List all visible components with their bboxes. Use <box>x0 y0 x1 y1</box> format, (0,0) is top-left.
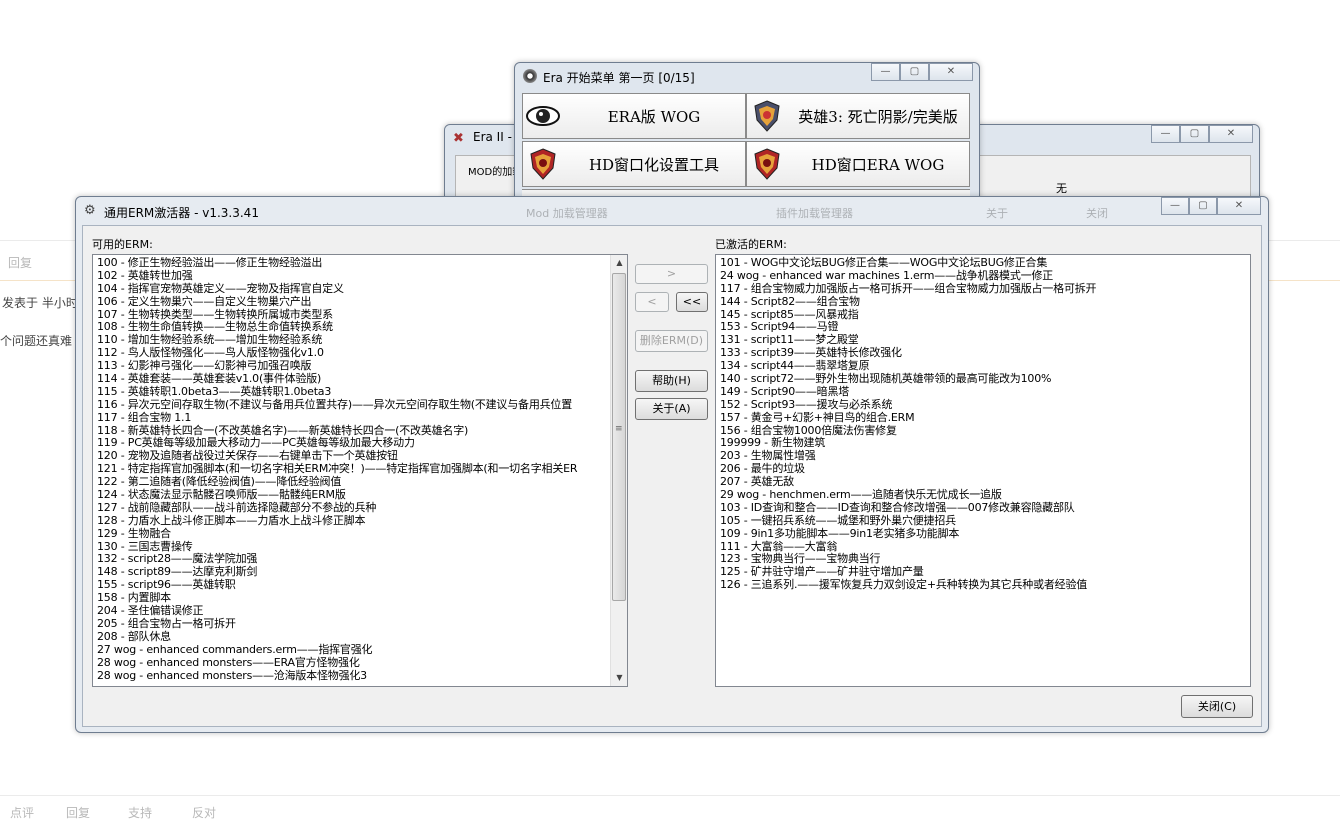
active-erm-item[interactable]: 152 - Script93——援攻与必杀系统 <box>716 398 1250 412</box>
available-erm-item[interactable]: 114 - 英雄套装——英雄套装v1.0(事件体验版) <box>93 372 611 386</box>
reply-footer-link[interactable]: 回复 <box>66 804 90 821</box>
window-title: Era II - <box>473 130 512 144</box>
add-button[interactable]: > <box>635 264 708 284</box>
ghost-label: 关于 <box>986 207 1008 220</box>
post-text: 个问题还真难 <box>0 334 73 348</box>
close-button[interactable]: ✕ <box>929 63 973 81</box>
scrollbar[interactable]: ▲ ≡ ▼ <box>610 255 627 686</box>
available-erm-item[interactable]: 106 - 定义生物巢穴——自定义生物巢穴产出 <box>93 295 611 309</box>
available-erm-item[interactable]: 128 - 力盾水上战斗修正脚本——力盾水上战斗修正脚本 <box>93 514 611 528</box>
maximize-button[interactable]: ▢ <box>1189 197 1217 215</box>
gear-icon: ⚙ <box>84 203 96 218</box>
era-wog-button[interactable]: ERA版 WOG <box>522 93 746 139</box>
available-erm-item[interactable]: 117 - 组合宝物 1.1 <box>93 411 611 425</box>
scroll-thumb[interactable]: ≡ <box>612 273 626 601</box>
available-erm-item[interactable]: 102 - 英雄转世加强 <box>93 269 611 283</box>
active-erm-item[interactable]: 206 - 最牛的垃圾 <box>716 462 1250 476</box>
ghost-label: Mod 加载管理器 <box>526 207 608 220</box>
active-erm-item[interactable]: 126 - 三追系列.——援军恢复兵力双剑设定+兵种转换为其它兵种或者经验值 <box>716 578 1250 592</box>
eye-icon <box>523 69 537 83</box>
active-erm-item[interactable]: 29 wog - henchmen.erm——追随者快乐无忧成长一追版 <box>716 488 1250 502</box>
close-dialog-button[interactable]: 关闭(C) <box>1181 695 1253 718</box>
active-erm-item[interactable]: 101 - WOG中文论坛BUG修正合集——WOG中文论坛BUG修正合集 <box>716 256 1250 270</box>
mod-value: 无 <box>1056 182 1067 195</box>
ghost-label: 关闭 <box>1086 207 1108 220</box>
shield-icon <box>747 96 787 136</box>
active-erm-item[interactable]: 24 wog - enhanced war machines 1.erm——战争… <box>716 269 1250 283</box>
support-link[interactable]: 支持 <box>128 804 152 821</box>
hd-window-era-wog-button[interactable]: HD窗口ERA WOG <box>746 141 970 187</box>
help-button[interactable]: 帮助(H) <box>635 370 708 392</box>
button-label: ERA版 WOG <box>607 107 701 126</box>
minimize-button[interactable]: — <box>1161 197 1189 215</box>
available-erm-item[interactable]: 204 - 圣住偏错误修正 <box>93 604 611 618</box>
active-erm-item[interactable]: 149 - Script90——暗黑塔 <box>716 385 1250 399</box>
posted-time: 发表于 半小时 <box>2 296 78 310</box>
active-erm-item[interactable]: 144 - Script82——组合宝物 <box>716 295 1250 309</box>
ghost-label: 插件加载管理器 <box>776 207 853 220</box>
reply-link[interactable]: 回复 <box>8 254 32 271</box>
active-erm-item[interactable]: 157 - 黄金弓+幻影+神目鸟的组合.ERM <box>716 411 1250 425</box>
button-label: HD窗口ERA WOG <box>811 155 945 174</box>
active-erm-item[interactable]: 109 - 9in1多功能脚本——9in1老实猪多功能脚本 <box>716 527 1250 541</box>
maximize-button[interactable]: ▢ <box>900 63 929 81</box>
erm-activator-window: ⚙ 通用ERM激活器 - v1.3.3.41 Mod 加载管理器 插件加载管理器… <box>75 196 1269 733</box>
eye-icon <box>523 96 563 136</box>
minimize-button[interactable]: — <box>1151 125 1180 143</box>
erm-client-area: 可用的ERM: 已激活的ERM: 100 - 修正生物经验溢出——修正生物经验溢… <box>82 225 1262 727</box>
available-erm-item[interactable]: 116 - 异次元空间存取生物(不建议与备用兵位置共存)——异次元空间存取生物(… <box>93 398 611 412</box>
maximize-button[interactable]: ▢ <box>1180 125 1209 143</box>
crossed-swords-icon: ✖ <box>453 131 464 146</box>
available-erm-item[interactable]: 28 wog - enhanced monsters——ERA官方怪物强化 <box>93 656 611 670</box>
scroll-up-icon[interactable]: ▲ <box>611 255 627 271</box>
hd-window-setup-button[interactable]: HD窗口化设置工具 <box>522 141 746 187</box>
button-label: HD窗口化设置工具 <box>588 155 720 174</box>
window-title: Era 开始菜单 第一页 [0/15] <box>543 71 695 85</box>
heroes3-button[interactable]: 英雄3: 死亡阴影/完美版 <box>746 93 970 139</box>
rate-link[interactable]: 点评 <box>10 804 34 821</box>
active-erm-list[interactable]: 101 - WOG中文论坛BUG修正合集——WOG中文论坛BUG修正合集 24 w… <box>715 254 1251 687</box>
shield-icon <box>747 144 787 184</box>
close-button[interactable]: ✕ <box>1209 125 1253 143</box>
available-erm-item[interactable]: 115 - 英雄转职1.0beta3——英雄转职1.0beta3 <box>93 385 611 399</box>
about-button[interactable]: 关于(A) <box>635 398 708 420</box>
minimize-button[interactable]: — <box>871 63 900 81</box>
grip-icon: ≡ <box>615 424 623 434</box>
available-erm-item[interactable]: 208 - 部队休息 <box>93 630 611 644</box>
active-erm-item[interactable]: 117 - 组合宝物威力加强版占一格可拆开——组合宝物威力加强版占一格可拆开 <box>716 282 1250 296</box>
scroll-down-icon[interactable]: ▼ <box>611 670 627 686</box>
available-erm-item[interactable]: 124 - 状态魔法显示骷髅召唤师版——骷髅纯ERM版 <box>93 488 611 502</box>
divider <box>0 795 1340 796</box>
active-erm-item[interactable]: 103 - ID查询和整合——ID查询和整合修改增强——007修改兼容隐藏部队 <box>716 501 1250 515</box>
available-erm-item[interactable]: 127 - 战前隐藏部队——战斗前选择隐藏部分不参战的兵种 <box>93 501 611 515</box>
window-title: 通用ERM激活器 - v1.3.3.41 <box>104 206 259 220</box>
available-erm-list[interactable]: 100 - 修正生物经验溢出——修正生物经验溢出 102 - 英雄转世加强 104 … <box>92 254 628 687</box>
remove-all-button[interactable]: << <box>676 292 708 312</box>
available-label: 可用的ERM: <box>92 238 153 251</box>
available-erm-item[interactable]: 100 - 修正生物经验溢出——修正生物经验溢出 <box>93 257 611 270</box>
close-button[interactable]: ✕ <box>1217 197 1261 215</box>
available-erm-item[interactable]: 104 - 指挥官宠物英雄定义——宠物及指挥官自定义 <box>93 282 611 296</box>
oppose-link[interactable]: 反对 <box>192 804 216 821</box>
active-erm-item[interactable]: 140 - script72——野外生物出现随机英雄带领的最高可能改为100% <box>716 372 1250 386</box>
available-erm-item[interactable]: 205 - 组合宝物占一格可拆开 <box>93 617 611 631</box>
button-label: 英雄3: 死亡阴影/完美版 <box>798 107 958 126</box>
available-erm-item[interactable]: 28 wog - enhanced monsters——沧海版本怪物强化3 <box>93 669 611 683</box>
background-toolbar-ghost: Mod 加载管理器 插件加载管理器 关于 关闭 <box>446 199 1166 225</box>
shield-icon <box>523 144 563 184</box>
available-erm-item[interactable]: 129 - 生物融合 <box>93 527 611 541</box>
delete-erm-button[interactable]: 删除ERM(D) <box>635 330 708 352</box>
active-label: 已激活的ERM: <box>715 238 787 251</box>
available-erm-item[interactable]: 27 wog - enhanced commanders.erm——指挥官强化 <box>93 643 611 657</box>
active-erm-item[interactable]: 105 - 一键招兵系统——城堡和野外巢穴便捷招兵 <box>716 514 1250 528</box>
remove-button[interactable]: < <box>635 292 669 312</box>
